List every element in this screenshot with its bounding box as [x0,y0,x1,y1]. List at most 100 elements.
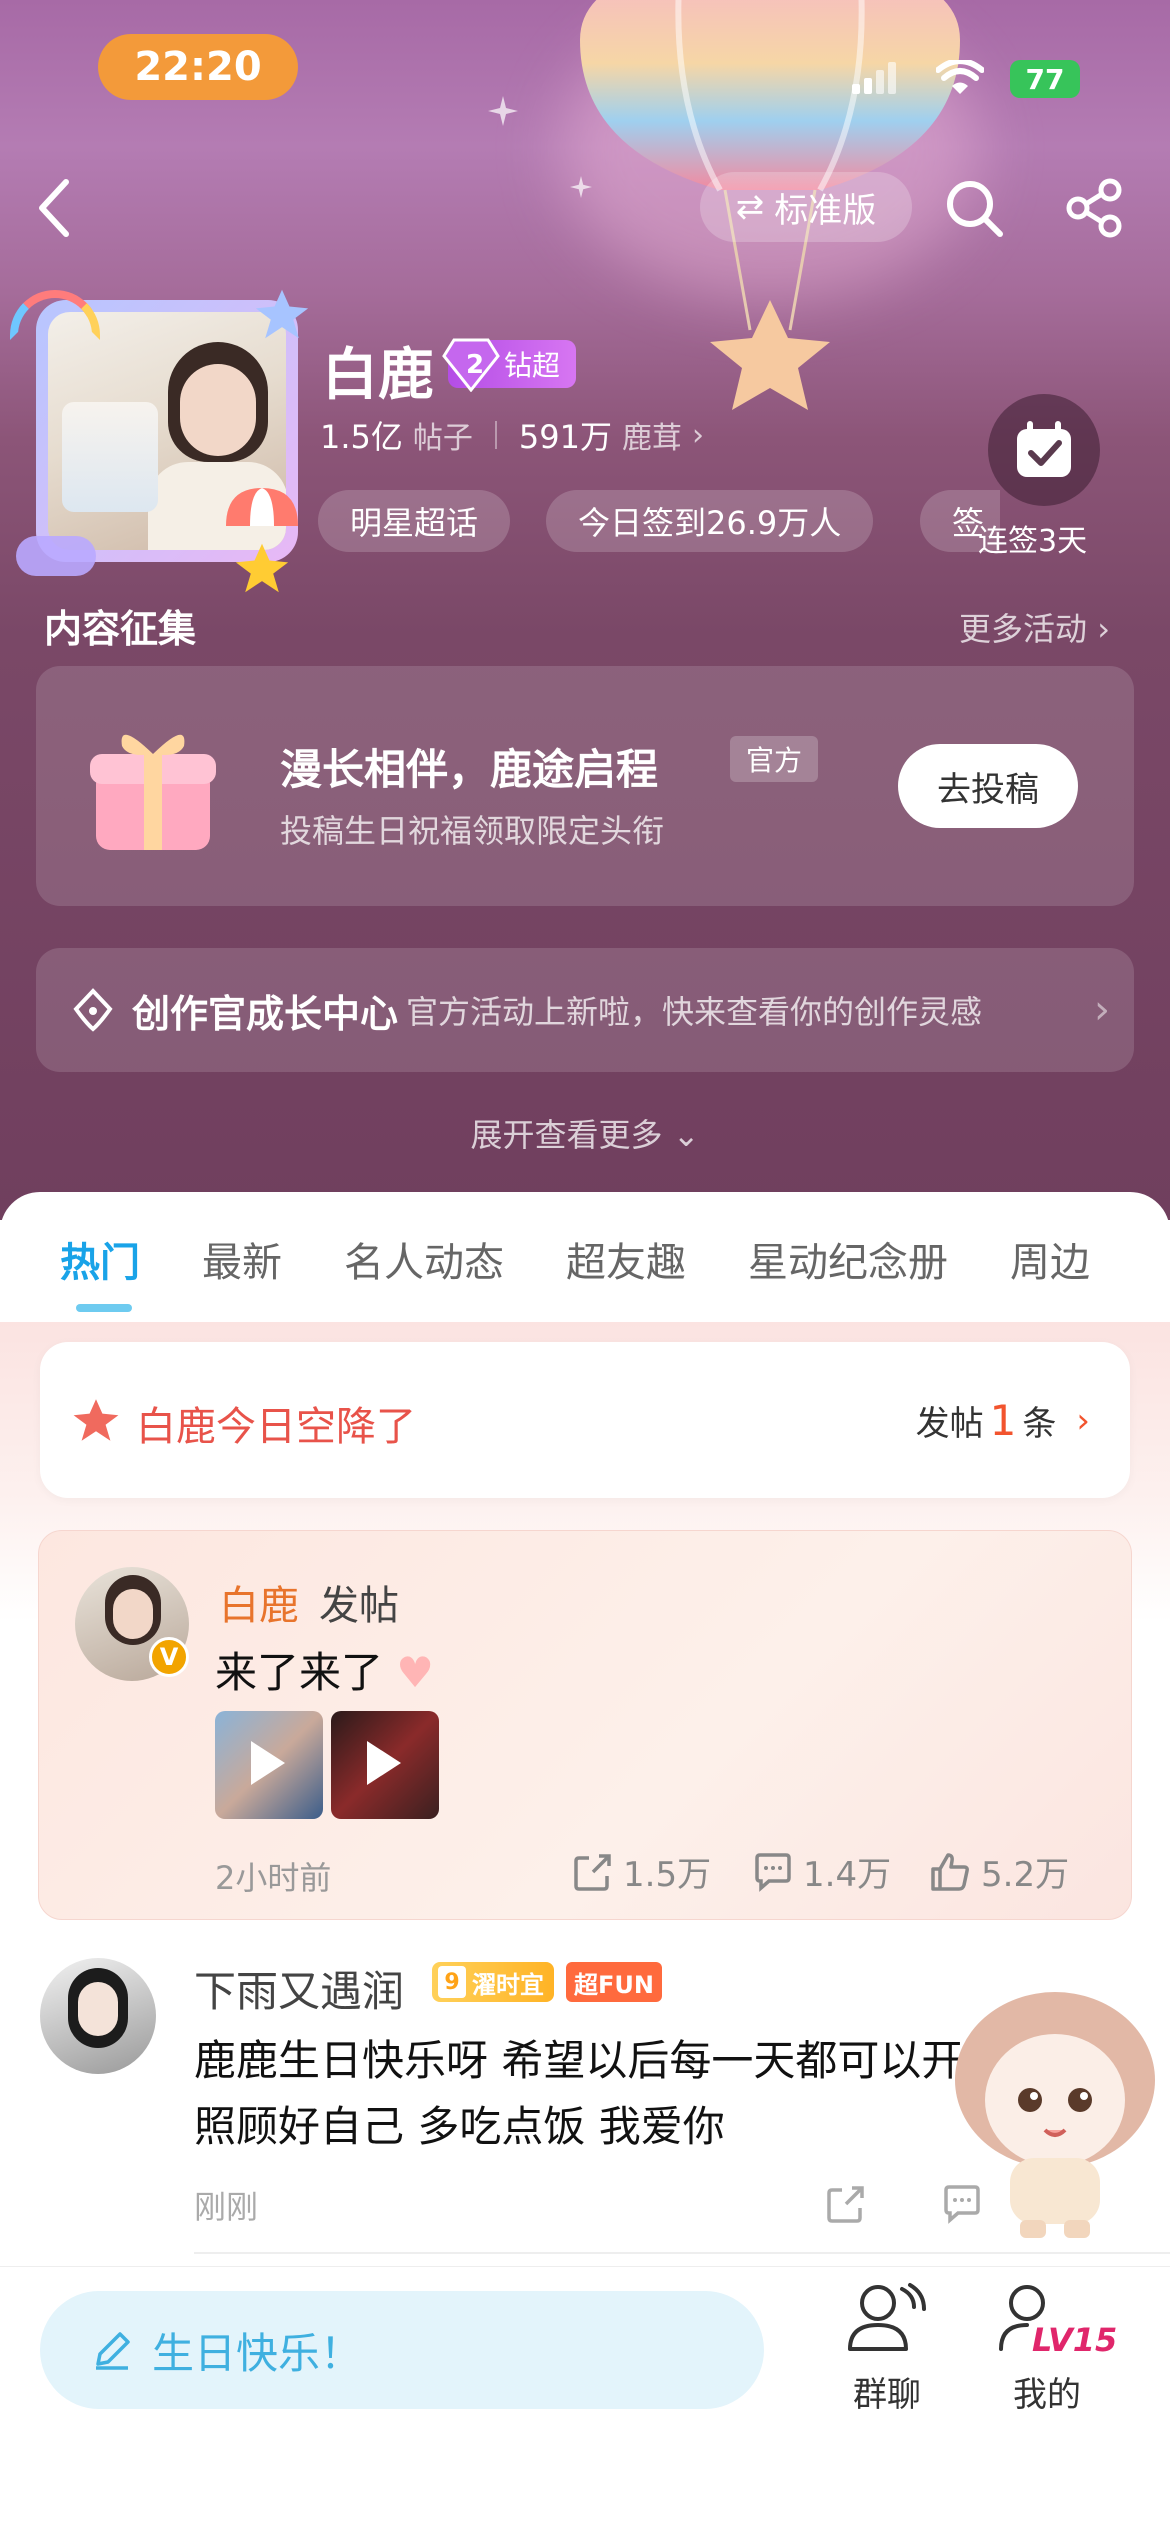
cloud-decoration [16,536,96,576]
sparkle-icon [488,96,518,126]
group-chat-label: 群聊 [853,2375,921,2415]
video-thumbnail-1[interactable] [215,1711,323,1819]
heart-hands-icon: ♥ [396,1648,435,1697]
submit-button[interactable]: 去投稿 [898,744,1078,828]
share-action[interactable]: 1.5万 [573,1847,711,1896]
collection-card-subtitle: 投稿生日祝福领取限定头衔 [280,812,665,850]
compose-placeholder: 生日快乐！ [152,2328,363,2378]
swap-icon: ⇄ [735,187,765,227]
post-text-content: 来了来了 [215,1648,384,1697]
comment-action[interactable]: 1.4万 [753,1847,891,1896]
battery-indicator: 77 [1010,60,1080,98]
fans-count[interactable]: 591万 [519,412,612,458]
user-level-badge: LV15 [1032,2321,1118,2359]
sparkle-icon [570,176,592,198]
posts-label: 帖子 [412,421,473,456]
star-icon [73,1399,119,1441]
back-icon[interactable] [34,178,74,238]
star-name: 白鹿 [322,343,434,408]
cellular-signal-icon [852,62,896,94]
more-activities-label: 更多活动 [959,610,1088,648]
super-fun-tag: 超FUN [566,1962,662,2002]
airdrop-card[interactable]: 白鹿今日空降了 发帖 1 条 › [40,1342,1130,1498]
share-count: 1.5万 [623,1855,712,1895]
like-action[interactable]: 5.2万 [929,1847,1069,1896]
search-icon[interactable] [944,178,1004,238]
post-author-name[interactable]: 白鹿 [219,1573,299,1631]
comment-time: 刚刚 [194,2188,259,2226]
tab-super-fun[interactable]: 超友趣 [566,1230,686,1310]
star-post-card[interactable]: V 白鹿 发帖 来了来了 ♥ 2小时前 1.5万 1.4万 5.2万 [38,1530,1132,1920]
creator-center-subtitle: 官方活动上新啦，快来查看你的创作灵感 [406,993,983,1031]
airdrop-post-count[interactable]: 发帖 1 条 › [916,1396,1090,1445]
gift-box-icon [90,734,216,850]
checkin-button[interactable] [988,394,1100,506]
tab-merch[interactable]: 周边 [1010,1230,1090,1310]
mine-button[interactable]: LV15 我的 [982,2281,1117,2416]
chevron-right-icon[interactable]: › [692,418,704,453]
posts-count: 1.5亿 [320,418,403,456]
airdrop-count: 1 [989,1396,1017,1445]
share-icon[interactable] [1064,178,1124,238]
checkin-streak-label: 连签3天 [978,524,1088,559]
airdrop-title: 白鹿今日空降了 [136,1404,416,1450]
pill-star-supertopic[interactable]: 明星超话 [318,490,511,552]
pencil-icon [96,2332,130,2370]
thumbs-up-icon [931,1852,969,1891]
mascot-sticker[interactable] [940,1990,1170,2240]
feed-tabs: 热门 最新 名人动态 超友趣 星动纪念册 周边 [0,1230,1090,1310]
tab-latest[interactable]: 最新 [202,1230,282,1310]
official-tag: 官方 [730,736,819,782]
post-action-label: 发帖 [319,1583,399,1629]
expand-more-button[interactable]: 展开查看更多 ⌄ [0,1110,1170,1156]
like-count: 5.2万 [981,1855,1070,1895]
bottom-bar: 生日快乐！ 群聊 LV15 我的 [0,2266,1170,2532]
fan-level-number: 9 [438,1966,466,1998]
fans-label[interactable]: 鹿茸 [622,413,682,457]
verified-badge-icon: V [149,1637,189,1677]
tab-celebrity-news[interactable]: 名人动态 [344,1230,504,1310]
collection-card[interactable]: 漫长相伴，鹿途启程 官方 投稿生日祝福领取限定头衔 去投稿 [36,666,1134,906]
creator-center-banner[interactable]: 创作官成长中心 官方活动上新啦，快来查看你的创作灵感 › [36,948,1134,1072]
section-title-collection: 内容征集 [44,607,197,651]
play-icon [367,1741,401,1785]
video-thumbnail-2[interactable] [331,1711,439,1819]
star-decoration-icon [255,289,309,339]
profile-stats: 1.5亿 帖子 591万 鹿茸 › [320,412,704,458]
post-time: 2小时前 [215,1859,332,1897]
badge-level: 2 [466,350,485,380]
pill-checkin-count[interactable]: 今日签到26.9万人 [546,490,874,552]
status-time: 22:20 [98,34,298,100]
group-chat-button[interactable]: 群聊 [822,2281,952,2416]
chevron-right-icon: › [1076,1400,1090,1441]
compose-input[interactable]: 生日快乐！ [40,2291,764,2409]
chevron-down-icon: ⌄ [672,1116,700,1154]
tab-memorial-album[interactable]: 星动纪念册 [748,1230,948,1310]
airdrop-prefix: 发帖 [915,1404,984,1444]
share-arrow-icon [574,1853,611,1891]
post-text: 来了来了 ♥ [215,1639,434,1700]
parachute-decoration-icon [226,488,298,526]
wifi-icon [936,60,984,94]
badge-text: 钻超 [504,349,561,382]
calendar-check-icon [1017,421,1071,477]
group-chat-icon [848,2283,926,2351]
comment-author-avatar[interactable] [40,1958,156,2074]
chevron-right-icon: › [1094,987,1110,1033]
collection-card-title: 漫长相伴，鹿途启程 [280,745,659,794]
share-arrow-icon[interactable] [826,2184,866,2224]
stats-divider [494,421,497,449]
tab-hot[interactable]: 热门 [60,1230,140,1310]
mine-label: 我的 [1013,2375,1081,2415]
comment-count: 1.4万 [803,1855,892,1895]
super-topic-badge[interactable]: 2 钻超 [442,338,577,392]
fan-level-badge: 9 濯时宜 [432,1962,554,2002]
mode-switch-button[interactable]: ⇄ 标准版 [700,172,912,242]
active-tab-indicator [76,1304,132,1312]
creator-center-title: 创作官成长中心 [132,991,399,1036]
more-activities-link[interactable]: 更多活动 › [959,604,1110,650]
expand-more-label: 展开查看更多 [470,1116,663,1154]
comment-icon [755,1852,791,1892]
pen-icon [73,988,113,1032]
comment-author-name[interactable]: 下雨又遇润 [194,1958,404,2019]
